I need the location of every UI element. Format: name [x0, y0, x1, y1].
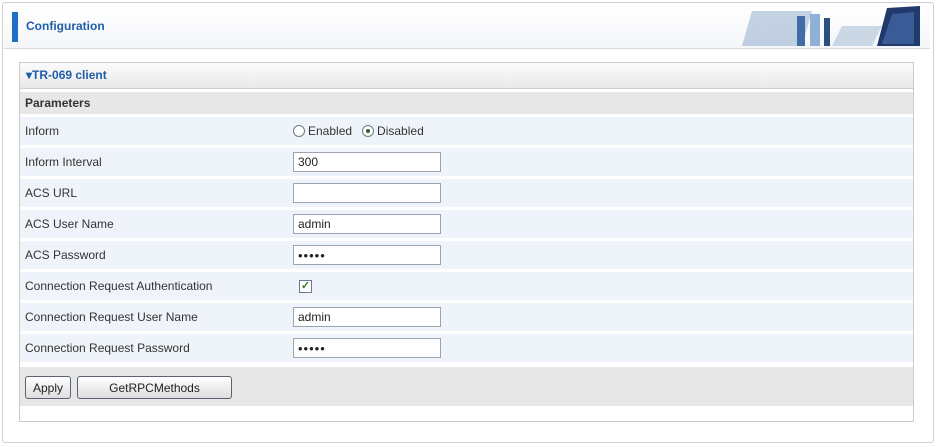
acs-user-input[interactable]: [293, 214, 441, 234]
conn-user-label: Connection Request User Name: [25, 310, 198, 324]
tr069-panel: ▾TR-069 client Parameters Inform Enabled…: [19, 62, 914, 422]
inform-interval-input[interactable]: [293, 152, 441, 172]
section-header[interactable]: ▾TR-069 client: [20, 63, 913, 89]
acs-url-label: ACS URL: [25, 186, 78, 200]
page-header: Configuration: [4, 4, 930, 49]
checkmark-icon: ✓: [300, 279, 311, 292]
inform-enabled-label: Enabled: [308, 124, 353, 138]
inform-interval-label: Inform Interval: [25, 155, 102, 169]
row-conn-user: Connection Request User Name: [20, 303, 913, 331]
conn-password-label: Connection Request Password: [25, 341, 190, 355]
row-acs-url: ACS URL: [20, 179, 913, 207]
header-accent-bar: [12, 12, 18, 42]
row-conn-auth: Connection Request Authentication ✓: [20, 272, 913, 300]
getrpcmethods-button[interactable]: GetRPCMethods: [77, 376, 232, 399]
row-inform-interval: Inform Interval: [20, 148, 913, 176]
inform-enabled-option[interactable]: Enabled: [293, 124, 352, 138]
banner-graphic-icon: [742, 6, 920, 46]
inform-disabled-label: Disabled: [377, 124, 424, 138]
inform-disabled-radio[interactable]: [362, 125, 375, 137]
page-title: Configuration: [26, 19, 105, 33]
row-conn-password: Connection Request Password: [20, 334, 913, 362]
acs-user-label: ACS User Name: [25, 217, 114, 231]
row-acs-password: ACS Password: [20, 241, 913, 269]
apply-button[interactable]: Apply: [25, 376, 71, 399]
inform-enabled-radio[interactable]: [293, 125, 305, 137]
acs-url-input[interactable]: [293, 183, 441, 203]
conn-password-input[interactable]: [293, 338, 441, 358]
inform-label: Inform: [25, 124, 60, 138]
button-bar: Apply GetRPCMethods: [20, 367, 913, 406]
acs-password-label: ACS Password: [25, 248, 106, 262]
conn-user-input[interactable]: [293, 307, 441, 327]
acs-password-input[interactable]: [293, 245, 441, 265]
inform-disabled-option[interactable]: Disabled: [362, 124, 424, 138]
section-title: TR-069 client: [32, 68, 107, 82]
parameters-heading: Parameters: [20, 92, 913, 114]
conn-auth-label: Connection Request Authentication: [25, 279, 213, 293]
row-acs-user: ACS User Name: [20, 210, 913, 238]
row-inform: Inform Enabled Disabled: [20, 117, 913, 145]
conn-auth-checkbox[interactable]: ✓: [299, 279, 312, 293]
